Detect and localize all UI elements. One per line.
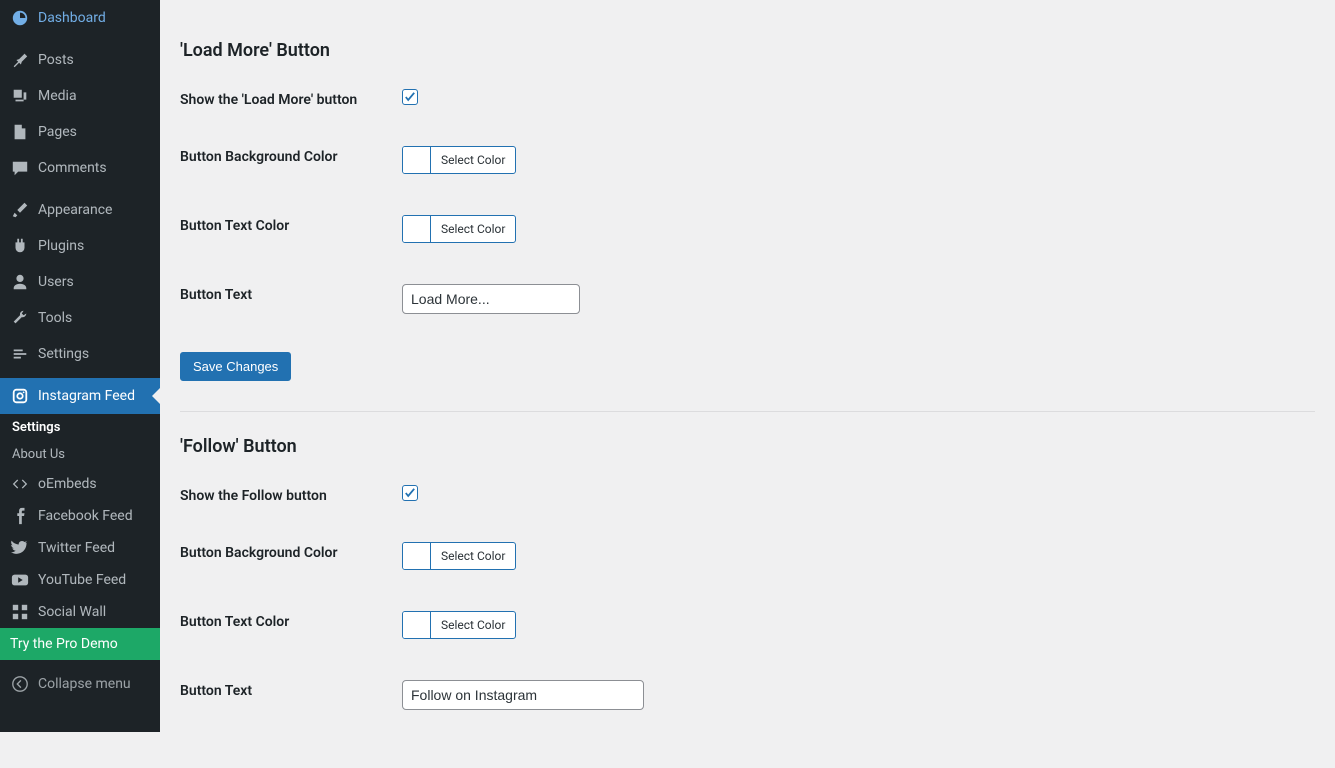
sidebar-item-settings[interactable]: Settings — [0, 336, 160, 372]
sidebar-item-tools[interactable]: Tools — [0, 300, 160, 336]
loadmore-bg-color-picker[interactable]: Select Color — [402, 146, 516, 174]
sidebar-item-oembeds[interactable]: oEmbeds — [0, 468, 160, 500]
youtube-icon — [10, 570, 30, 590]
loadmore-text-color-label: Button Text Color — [180, 215, 402, 234]
loadmore-text-color-picker[interactable]: Select Color — [402, 215, 516, 243]
sidebar-item-social-wall[interactable]: Social Wall — [0, 596, 160, 628]
follow-button-text-label: Button Text — [180, 680, 402, 699]
color-picker-label: Select Color — [431, 543, 515, 569]
facebook-icon — [10, 506, 30, 526]
admin-sidebar: Dashboard Posts Media Pages Comments App… — [0, 0, 160, 732]
follow-text-color-picker[interactable]: Select Color — [402, 611, 516, 639]
sidebar-item-label: Media — [38, 88, 77, 104]
follow-bg-label: Button Background Color — [180, 542, 402, 561]
grid-icon — [10, 602, 30, 622]
show-loadmore-checkbox[interactable] — [402, 89, 418, 105]
loadmore-section-title: 'Load More' Button — [180, 40, 1315, 61]
sidebar-collapse[interactable]: Collapse menu — [0, 666, 160, 702]
color-swatch — [403, 147, 431, 173]
submenu-about-us[interactable]: About Us — [0, 441, 160, 468]
sidebar-item-label: Tools — [38, 310, 72, 326]
main-content: 'Load More' Button Show the 'Load More' … — [160, 0, 1335, 768]
loadmore-button-text-label: Button Text — [180, 284, 402, 303]
sidebar-item-label: Social Wall — [38, 604, 106, 620]
sidebar-item-label: Instagram Feed — [38, 388, 135, 404]
pin-icon — [10, 50, 30, 70]
follow-bg-color-picker[interactable]: Select Color — [402, 542, 516, 570]
sidebar-item-label: Facebook Feed — [38, 508, 133, 524]
sidebar-item-posts[interactable]: Posts — [0, 42, 160, 78]
sidebar-item-try-pro[interactable]: Try the Pro Demo — [0, 628, 160, 660]
sidebar-item-label: oEmbeds — [38, 476, 97, 492]
color-swatch — [403, 543, 431, 569]
sidebar-item-media[interactable]: Media — [0, 78, 160, 114]
sidebar-item-label: Plugins — [38, 238, 84, 254]
loadmore-button-text-input[interactable] — [402, 284, 580, 314]
sidebar-item-youtube-feed[interactable]: YouTube Feed — [0, 564, 160, 596]
color-swatch — [403, 612, 431, 638]
sidebar-item-label: Settings — [38, 346, 89, 362]
color-picker-label: Select Color — [431, 612, 515, 638]
plugin-icon — [10, 236, 30, 256]
pages-icon — [10, 122, 30, 142]
show-loadmore-label: Show the 'Load More' button — [180, 89, 402, 108]
user-icon — [10, 272, 30, 292]
sidebar-item-label: Collapse menu — [38, 676, 131, 692]
save-changes-button[interactable]: Save Changes — [180, 352, 291, 381]
follow-button-text-input[interactable] — [402, 680, 644, 710]
dashboard-icon — [10, 8, 30, 28]
sidebar-item-label: Pages — [38, 124, 77, 140]
show-follow-label: Show the Follow button — [180, 485, 402, 504]
follow-text-color-label: Button Text Color — [180, 611, 402, 630]
follow-section-title: 'Follow' Button — [180, 436, 1315, 457]
collapse-icon — [10, 674, 30, 694]
sidebar-item-label: Try the Pro Demo — [10, 636, 118, 652]
color-swatch — [403, 216, 431, 242]
sidebar-item-label: Comments — [38, 160, 107, 176]
media-icon — [10, 86, 30, 106]
sidebar-item-label: Twitter Feed — [38, 540, 115, 556]
brush-icon — [10, 200, 30, 220]
sidebar-item-instagram-feed[interactable]: Instagram Feed — [0, 378, 160, 414]
code-icon — [10, 474, 30, 494]
sidebar-item-plugins[interactable]: Plugins — [0, 228, 160, 264]
sidebar-item-label: Appearance — [38, 202, 112, 218]
sidebar-item-label: Users — [38, 274, 74, 290]
sidebar-item-users[interactable]: Users — [0, 264, 160, 300]
color-picker-label: Select Color — [431, 147, 515, 173]
sidebar-item-comments[interactable]: Comments — [0, 150, 160, 186]
instagram-icon — [10, 386, 30, 406]
sidebar-item-pages[interactable]: Pages — [0, 114, 160, 150]
section-divider — [180, 411, 1315, 412]
sidebar-item-label: YouTube Feed — [38, 572, 126, 588]
sliders-icon — [10, 344, 30, 364]
submenu-settings[interactable]: Settings — [0, 414, 160, 441]
sidebar-item-twitter-feed[interactable]: Twitter Feed — [0, 532, 160, 564]
show-follow-checkbox[interactable] — [402, 485, 418, 501]
sidebar-item-dashboard[interactable]: Dashboard — [0, 0, 160, 36]
comment-icon — [10, 158, 30, 178]
sidebar-item-label: Posts — [38, 52, 74, 68]
sidebar-item-label: Dashboard — [38, 10, 106, 26]
loadmore-bg-label: Button Background Color — [180, 146, 402, 165]
twitter-icon — [10, 538, 30, 558]
sidebar-item-appearance[interactable]: Appearance — [0, 192, 160, 228]
wrench-icon — [10, 308, 30, 328]
sidebar-item-facebook-feed[interactable]: Facebook Feed — [0, 500, 160, 532]
color-picker-label: Select Color — [431, 216, 515, 242]
